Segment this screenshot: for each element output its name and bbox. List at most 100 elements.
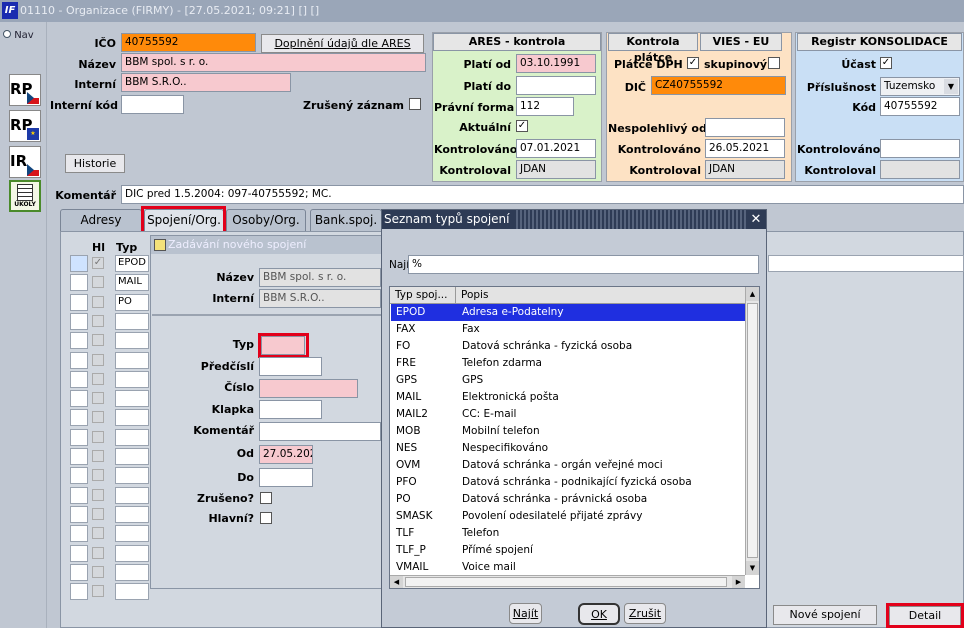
table-row[interactable] bbox=[68, 409, 158, 427]
skupinovy-checkbox[interactable] bbox=[768, 57, 780, 69]
hl-checkbox[interactable] bbox=[92, 430, 104, 443]
hl-checkbox[interactable] bbox=[92, 488, 104, 501]
table-row[interactable]: PO bbox=[68, 293, 158, 311]
typ-cell[interactable] bbox=[115, 312, 149, 330]
row-selector[interactable] bbox=[70, 428, 88, 446]
lov-find-button[interactable]: Najít bbox=[509, 603, 542, 624]
lov-hscrollbar[interactable]: ◀ ▶ bbox=[390, 575, 745, 588]
lov-list-item[interactable]: MAIL2 CC: E-mail bbox=[391, 406, 745, 423]
nespolehlivy-field[interactable] bbox=[705, 118, 785, 137]
hl-checkbox[interactable] bbox=[92, 353, 104, 366]
row-selector[interactable] bbox=[70, 370, 88, 388]
table-row[interactable] bbox=[68, 428, 158, 446]
nc-komentar-field[interactable] bbox=[259, 422, 381, 441]
lov-ok-button[interactable]: OK bbox=[578, 603, 620, 625]
tab-adresy[interactable]: Adresy bbox=[60, 209, 142, 232]
platce-kontrolovano-field[interactable]: 26.05.2021 bbox=[705, 139, 785, 158]
scroll-up-icon[interactable]: ▲ bbox=[746, 287, 759, 301]
table-row[interactable] bbox=[68, 486, 158, 504]
table-row[interactable] bbox=[68, 390, 158, 408]
lov-list-item[interactable]: SMASK Povolení odesilatelé přijaté zprávy bbox=[391, 508, 745, 525]
nazev-field[interactable]: BBM spol. s r. o. bbox=[121, 53, 426, 72]
kons-kontrolovano-field[interactable] bbox=[880, 139, 960, 158]
row-selector[interactable] bbox=[70, 255, 88, 272]
scroll-right-icon[interactable]: ▶ bbox=[732, 576, 745, 588]
typ-cell[interactable] bbox=[115, 583, 149, 601]
pravni-forma-field[interactable]: 112 bbox=[516, 97, 574, 116]
row-selector[interactable] bbox=[70, 505, 88, 523]
row-selector[interactable] bbox=[70, 390, 88, 408]
nc-predcisli-field[interactable] bbox=[259, 357, 322, 376]
typ-cell[interactable] bbox=[115, 428, 149, 446]
nc-klapka-field[interactable] bbox=[259, 400, 322, 419]
row-selector[interactable] bbox=[70, 409, 88, 427]
row-selector[interactable] bbox=[70, 467, 88, 485]
plati-do-field[interactable] bbox=[516, 76, 596, 95]
typ-cell[interactable]: PO bbox=[115, 293, 149, 311]
row-selector[interactable] bbox=[70, 274, 88, 292]
typ-cell[interactable] bbox=[115, 467, 149, 485]
lov-list-item[interactable]: OVM Datová schránka - orgán veřejné moci bbox=[391, 457, 745, 474]
scroll-thumb[interactable] bbox=[747, 303, 758, 558]
typ-cell[interactable] bbox=[115, 351, 149, 369]
nc-od-field[interactable]: 27.05.202 bbox=[259, 445, 313, 464]
row-selector[interactable] bbox=[70, 351, 88, 369]
lov-find-input[interactable]: % bbox=[408, 255, 759, 274]
zruseny-checkbox[interactable] bbox=[409, 98, 421, 110]
table-row[interactable] bbox=[68, 351, 158, 369]
typ-cell[interactable] bbox=[115, 486, 149, 504]
table-row[interactable] bbox=[68, 448, 158, 465]
lov-list-item[interactable]: PFO Datová schránka - podnikající fyzická… bbox=[391, 474, 745, 491]
hl-checkbox[interactable] bbox=[92, 411, 104, 424]
tab-osoby[interactable]: Osoby/Org. bbox=[226, 209, 306, 232]
table-row[interactable] bbox=[68, 332, 158, 350]
lov-list-item[interactable]: TLF Telefon bbox=[391, 525, 745, 542]
lov-list-item[interactable]: VMAIL Voice mail bbox=[391, 559, 745, 576]
nc-zruseno-checkbox[interactable] bbox=[260, 492, 272, 504]
hl-checkbox[interactable] bbox=[92, 450, 104, 462]
ico-field[interactable]: 40755592 bbox=[121, 33, 256, 52]
row-selector[interactable] bbox=[70, 486, 88, 504]
hl-checkbox[interactable] bbox=[92, 334, 104, 347]
tab-bank[interactable]: Bank.spoj. bbox=[310, 209, 382, 232]
lov-list-item[interactable]: MOB Mobilní telefon bbox=[391, 423, 745, 440]
row-selector[interactable] bbox=[70, 583, 88, 601]
ir-cz-icon[interactable]: IR bbox=[9, 146, 41, 178]
platce-dph-checkbox[interactable]: ✓ bbox=[687, 57, 699, 69]
aktualni-checkbox[interactable]: ✓ bbox=[516, 120, 528, 132]
hl-checkbox[interactable] bbox=[92, 372, 104, 385]
close-icon[interactable]: ✕ bbox=[746, 210, 766, 229]
hl-checkbox[interactable] bbox=[92, 276, 104, 289]
typ-cell[interactable] bbox=[115, 563, 149, 581]
row-selector[interactable] bbox=[70, 312, 88, 330]
row-selector[interactable] bbox=[70, 293, 88, 311]
nav-button[interactable]: Nav bbox=[3, 30, 34, 41]
lov-list-item[interactable]: GPS GPS bbox=[391, 372, 745, 389]
hl-checkbox[interactable] bbox=[92, 585, 104, 598]
nc-do-field[interactable] bbox=[259, 468, 313, 487]
hl-checkbox[interactable] bbox=[92, 507, 104, 520]
vies-button[interactable]: VIES - EU bbox=[700, 33, 782, 51]
row-selector[interactable] bbox=[70, 544, 88, 562]
lov-cancel-button[interactable]: Zrušit bbox=[624, 603, 666, 624]
rp-cz-icon[interactable]: RP bbox=[9, 74, 41, 106]
table-row[interactable] bbox=[68, 370, 158, 388]
lov-list-item[interactable]: TLF_P Přímé spojení bbox=[391, 542, 745, 559]
table-row[interactable]: ✓ EPOD bbox=[68, 255, 158, 272]
tasks-icon[interactable]: ÚKOLY bbox=[9, 180, 41, 212]
dic-field[interactable]: CZ40755592 bbox=[651, 76, 786, 95]
lov-titlebar[interactable]: Seznam typů spojení ✕ bbox=[382, 210, 766, 229]
hl-checkbox[interactable] bbox=[92, 469, 104, 482]
plati-od-field[interactable]: 03.10.1991 bbox=[516, 54, 596, 73]
ucast-checkbox[interactable]: ✓ bbox=[880, 57, 892, 69]
lov-list-item[interactable]: FO Datová schránka - fyzická osoba bbox=[391, 338, 745, 355]
hl-checkbox[interactable] bbox=[92, 546, 104, 559]
typ-cell[interactable] bbox=[115, 525, 149, 543]
kod-field[interactable]: 40755592 bbox=[880, 97, 960, 116]
typ-cell[interactable] bbox=[115, 409, 149, 427]
row-selector[interactable] bbox=[70, 525, 88, 543]
scroll-left-icon[interactable]: ◀ bbox=[390, 576, 403, 588]
historie-button[interactable]: Historie bbox=[65, 154, 125, 173]
lov-col-desc[interactable]: Popis bbox=[461, 289, 488, 301]
prislusnost-select[interactable]: Tuzemsko ▼ bbox=[880, 77, 960, 96]
